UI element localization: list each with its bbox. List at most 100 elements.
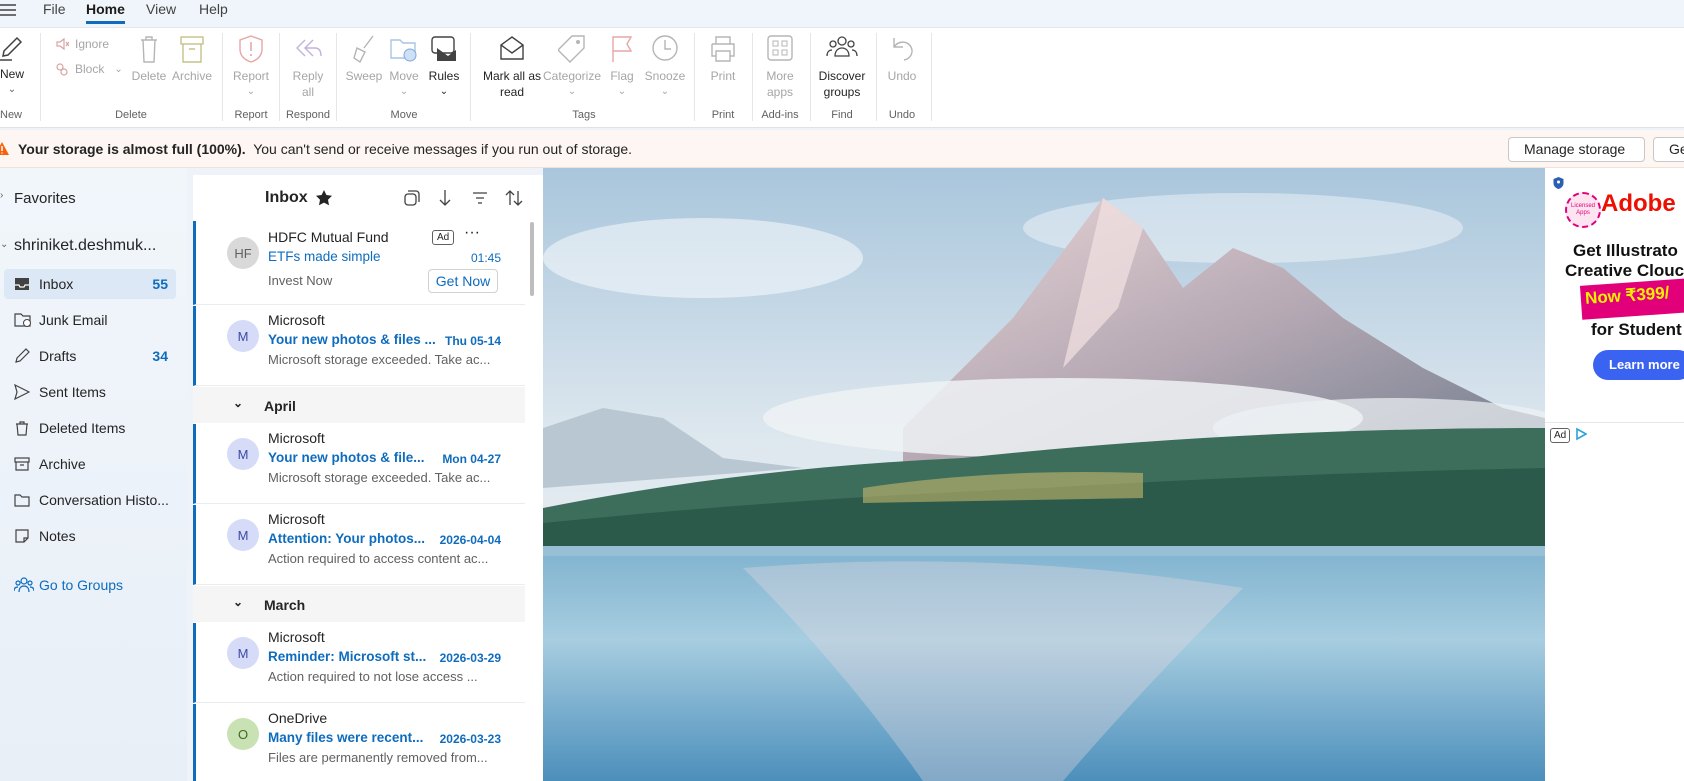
menu-help[interactable]: Help <box>199 0 228 18</box>
filter-icon[interactable] <box>472 191 488 208</box>
date-section-header[interactable]: ⌄ April <box>193 387 525 423</box>
get-now-button[interactable]: Get Now <box>428 269 498 293</box>
message-list-scrollbar[interactable] <box>530 222 534 296</box>
delete-button[interactable]: Delete <box>131 34 167 84</box>
report-button[interactable]: Report ⌄ <box>229 34 273 100</box>
flag-button[interactable]: Flag ⌄ <box>604 34 640 100</box>
more-apps-button[interactable]: More apps <box>760 34 800 100</box>
sidebar-item-drafts[interactable]: Drafts 34 <box>4 341 176 371</box>
menu-view[interactable]: View <box>146 0 176 18</box>
reply-all-button[interactable]: Reply all <box>286 34 330 100</box>
archive-button[interactable]: Archive <box>171 34 213 84</box>
hamburger-icon[interactable] <box>0 3 16 20</box>
snooze-button[interactable]: Snooze ⌄ <box>643 34 687 100</box>
move-button[interactable]: Move ⌄ <box>386 34 422 100</box>
menu-file[interactable]: File <box>43 0 66 18</box>
sidebar-item-label: Drafts <box>39 348 77 364</box>
group-delete-label: Delete <box>115 109 147 121</box>
sidebar-item-notes[interactable]: Notes <box>4 521 176 551</box>
categorize-label: Categorize <box>542 69 602 83</box>
favorite-star-icon[interactable] <box>315 189 333 210</box>
message-date: 2026-03-23 <box>439 732 501 746</box>
ad-message-row[interactable]: HF HDFC Mutual Fund Ad ··· ETFs made sim… <box>193 221 525 305</box>
more-apps-label2: apps <box>766 85 794 99</box>
block-label: Block <box>75 62 105 76</box>
select-icon[interactable] <box>404 190 420 209</box>
learn-more-button[interactable]: Learn more <box>1593 350 1684 380</box>
manage-storage-button[interactable]: Manage storage <box>1508 137 1645 162</box>
report-label: Report <box>232 69 270 83</box>
ad-subject: ETFs made simple <box>268 249 381 264</box>
ad-choices-icon[interactable] <box>1575 427 1588 444</box>
undo-button[interactable]: Undo <box>884 34 920 84</box>
message-sender: OneDrive <box>268 710 328 726</box>
message-preview: Microsoft storage exceeded. Take ac... <box>268 470 491 485</box>
chevron-right-icon[interactable]: › <box>0 190 3 201</box>
undo-label: Undo <box>887 69 917 83</box>
sent-icon <box>14 384 30 400</box>
ad-headline-1: Get Illustrato <box>1573 241 1678 260</box>
sidebar-item-conversation-history[interactable]: Conversation Histo... <box>4 485 176 515</box>
go-to-groups-link[interactable]: Go to Groups <box>4 570 176 600</box>
delete-label: Delete <box>131 69 167 83</box>
message-sender: Microsoft <box>268 629 325 645</box>
chevron-down-icon: ⌄ <box>233 396 244 410</box>
ad-info-icon[interactable] <box>1552 176 1565 193</box>
sweep-button[interactable]: Sweep <box>344 34 384 84</box>
discover-groups-button[interactable]: Discover groups <box>816 34 868 100</box>
more-apps-label1: More <box>766 69 794 83</box>
sidebar-item-deleted-items[interactable]: Deleted Items <box>4 413 176 443</box>
message-date: Mon 04-27 <box>442 452 501 466</box>
message-row[interactable]: M Microsoft Your new photos & file... Mo… <box>193 424 525 504</box>
more-options-icon[interactable]: ··· <box>464 224 480 242</box>
mark-all-read-label2: read <box>499 85 525 99</box>
message-preview: Action required to not lose access ... <box>268 669 478 684</box>
trash-icon <box>141 36 157 63</box>
flag-icon <box>612 36 633 62</box>
message-list: Inbox HF HDFC Mutual Fund Ad ··· ETFs ma… <box>193 175 543 781</box>
mark-all-read-button[interactable]: Mark all as read <box>480 34 544 100</box>
ignore-icon <box>56 37 69 51</box>
categorize-button[interactable]: Categorize ⌄ <box>542 34 602 100</box>
jump-to-icon[interactable] <box>438 189 452 210</box>
seal-text: Licensed Apps <box>1570 203 1596 216</box>
message-preview: Microsoft storage exceeded. Take ac... <box>268 352 491 367</box>
message-subject: Your new photos & files ... <box>268 332 436 347</box>
sidebar-item-junk-email[interactable]: Junk Email <box>4 305 176 335</box>
ignore-button[interactable]: Ignore <box>55 37 109 51</box>
new-mail-button[interactable]: New ⌄ <box>0 34 24 98</box>
favorites-header[interactable]: Favorites <box>14 190 76 207</box>
sidebar-item-label: Archive <box>39 456 86 472</box>
group-addins-label: Add-ins <box>761 109 799 121</box>
account-header[interactable]: shriniket.deshmuk... <box>14 237 156 255</box>
section-label: March <box>264 597 306 613</box>
folder-pane: › Favorites ⌄ shriniket.deshmuk... Inbox… <box>0 168 187 781</box>
message-row[interactable]: M Microsoft Your new photos & files ... … <box>193 306 525 386</box>
chevron-down-icon[interactable]: ⌄ <box>0 239 8 250</box>
new-label: New <box>0 67 25 81</box>
drafts-icon <box>15 348 30 363</box>
sidebar-item-inbox[interactable]: Inbox 55 <box>4 269 176 299</box>
sidebar-item-archive[interactable]: Archive <box>4 449 176 479</box>
message-row[interactable]: O OneDrive Many files were recent... 202… <box>193 704 525 781</box>
storage-warning-banner: Your storage is almost full (100%). You … <box>0 130 1684 168</box>
avatar: M <box>227 519 259 551</box>
ad-choices-label[interactable]: Ad <box>1550 428 1571 443</box>
ad-preview: Invest Now <box>268 273 333 288</box>
message-row[interactable]: M Microsoft Reminder: Microsoft st... 20… <box>193 623 525 703</box>
menu-bar: File Home View Help <box>0 0 1684 28</box>
sidebar-item-sent-items[interactable]: Sent Items <box>4 377 176 407</box>
avatar: O <box>227 718 259 750</box>
block-button[interactable]: Block ⌄ <box>55 62 123 76</box>
storage-message-bold: Your storage is almost full (100%). <box>18 141 246 157</box>
menu-home[interactable]: Home <box>86 0 125 24</box>
group-respond-label: Respond <box>285 109 331 121</box>
get-more-storage-button[interactable]: Ge <box>1653 137 1684 162</box>
rules-button[interactable]: Rules ⌄ <box>426 34 462 100</box>
mountain-lake-image <box>543 168 1545 781</box>
print-button[interactable]: Print <box>704 34 742 84</box>
date-section-header[interactable]: ⌄ March <box>193 586 525 622</box>
ad-time: 01:45 <box>470 251 501 265</box>
message-row[interactable]: M Microsoft Attention: Your photos... 20… <box>193 505 525 585</box>
sort-icon[interactable] <box>505 189 523 210</box>
